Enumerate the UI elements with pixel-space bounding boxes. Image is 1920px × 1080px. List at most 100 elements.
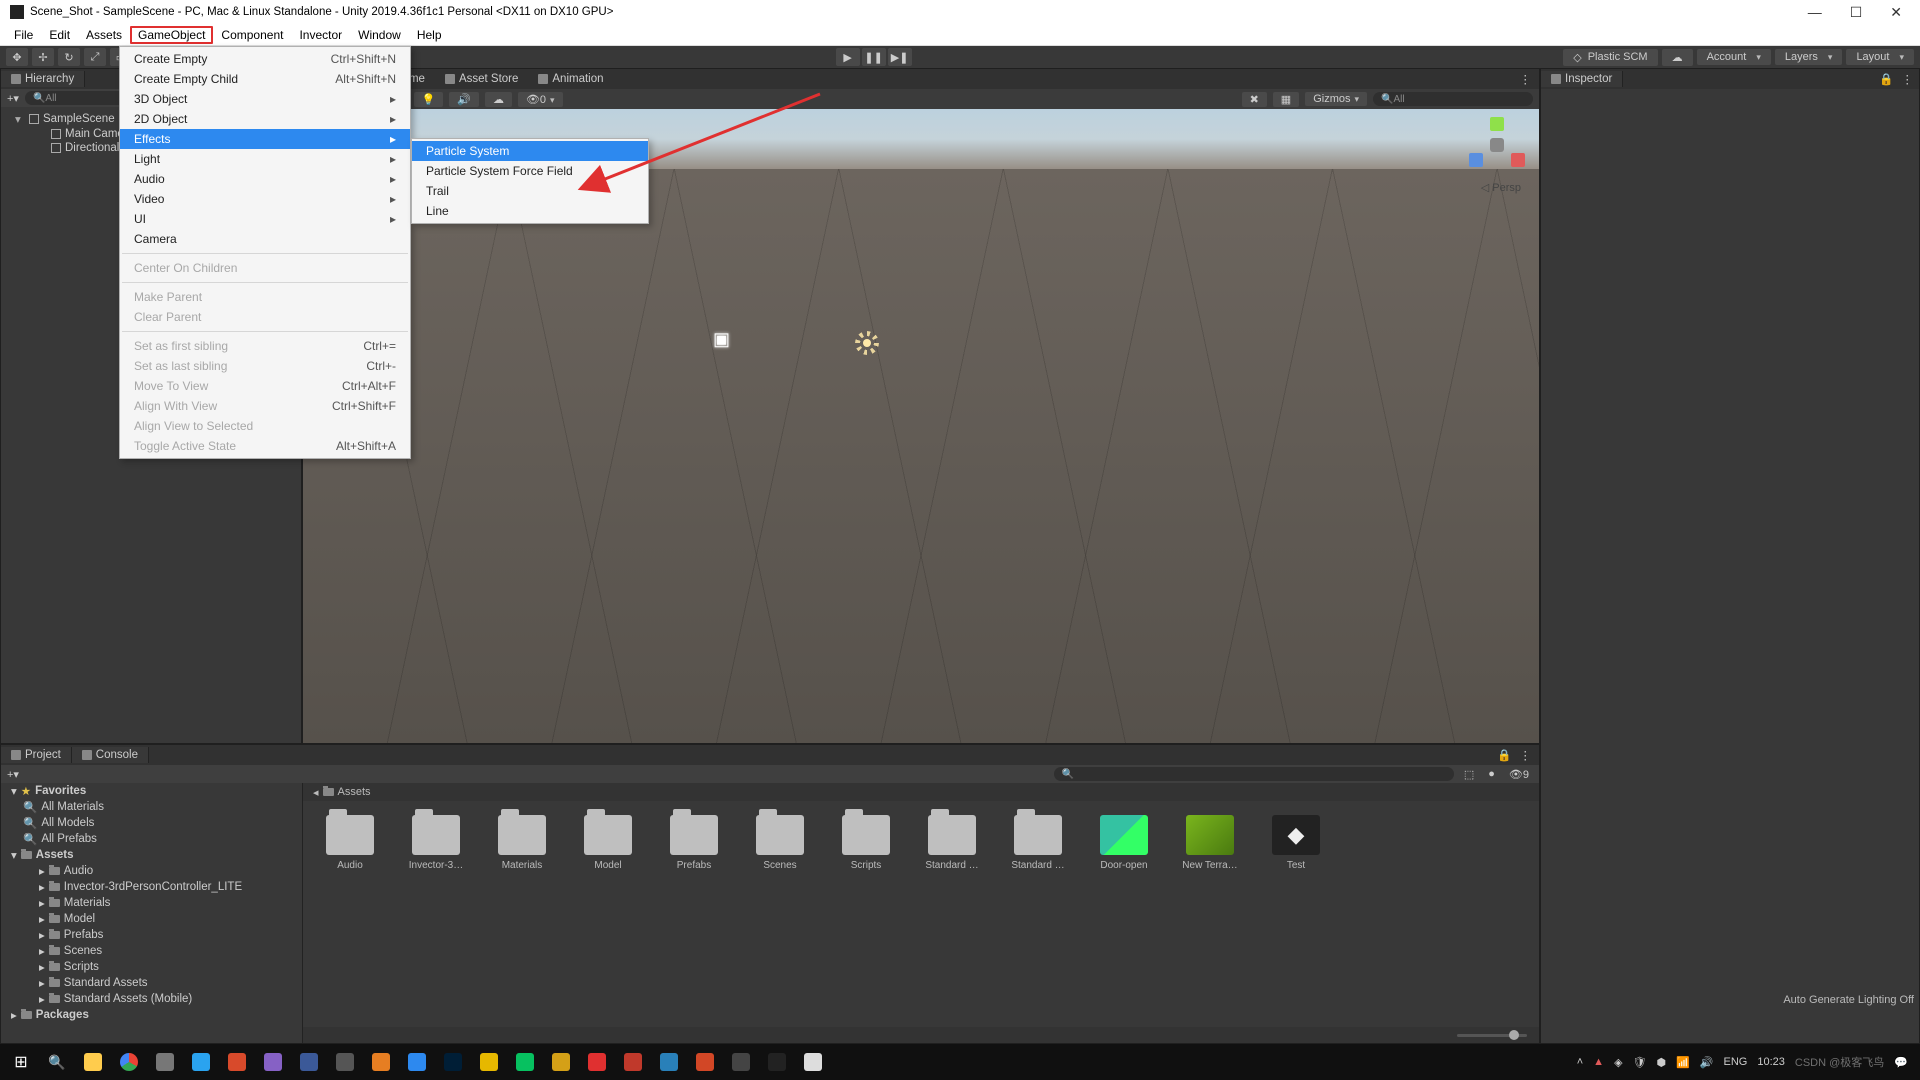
folder-item[interactable]: ▸ Scenes [1,943,302,959]
asset-item[interactable]: New Terra… [1177,815,1243,871]
app-icon-12[interactable] [652,1048,686,1076]
lighting-toggle-icon[interactable]: 💡 [414,92,444,107]
create-dropdown-icon[interactable]: +▾ [7,92,19,105]
vs-icon[interactable] [256,1048,290,1076]
unity-taskbar-icon[interactable] [760,1048,794,1076]
tray-icon-4[interactable]: ⬢ [1657,1056,1667,1069]
kebab-icon[interactable]: ⋮ [1512,72,1540,86]
folder-item[interactable]: ▸ Invector-3rdPersonController_LITE [1,879,302,895]
audio-toggle-icon[interactable]: 🔊 [449,92,479,107]
scene-tab-asset-store[interactable]: Asset Store [435,71,528,87]
create-dropdown-icon[interactable]: +▾ [7,768,19,781]
tray-ime[interactable]: ENG [1724,1056,1748,1068]
assets-root[interactable]: ▾ Assets [1,847,302,863]
app-icon-6[interactable] [364,1048,398,1076]
menu-component[interactable]: Component [213,26,291,44]
axis-z-icon[interactable] [1469,153,1483,167]
app-icon-4[interactable] [292,1048,326,1076]
asset-item[interactable]: Scripts [833,815,899,871]
hidden-packages-icon[interactable]: 👁9 [1505,768,1533,781]
menu-file[interactable]: File [6,26,41,44]
favorite-item[interactable]: 🔍 All Materials [1,799,302,815]
hand-tool-icon[interactable]: ✥ [6,48,28,66]
pause-button[interactable]: ❚❚ [862,48,886,66]
menu-item-create-empty-child[interactable]: Create Empty ChildAlt+Shift+N [120,69,410,89]
chrome-icon[interactable] [112,1048,146,1076]
app-icon-7[interactable] [400,1048,434,1076]
app-icon-5[interactable] [328,1048,362,1076]
scene-search[interactable]: 🔍 All [1373,92,1533,106]
play-button[interactable]: ▶ [836,48,860,66]
menu-item-create-empty[interactable]: Create EmptyCtrl+Shift+N [120,49,410,69]
axis-center-icon[interactable] [1490,138,1504,152]
close-icon[interactable]: ✕ [1890,4,1902,21]
app-icon-2[interactable] [184,1048,218,1076]
project-tab-project[interactable]: Project [1,747,72,763]
menu-item-video[interactable]: Video▸ [120,189,410,209]
effects-submenu[interactable]: Particle SystemParticle System Force Fie… [411,138,649,224]
scale-tool-icon[interactable]: ⤢ [84,48,106,66]
ps-icon[interactable] [436,1048,470,1076]
favorites-header[interactable]: ▾★ Favorites [1,783,302,799]
axis-x-icon[interactable] [1511,153,1525,167]
lock-icon[interactable]: 🔒 [1879,72,1893,86]
app-icon-11[interactable] [616,1048,650,1076]
scene-tab-animation[interactable]: Animation [528,71,613,87]
app-icon-13[interactable] [724,1048,758,1076]
asset-item[interactable]: Invector-3… [403,815,469,871]
gameobject-menu[interactable]: Create EmptyCtrl+Shift+NCreate Empty Chi… [119,46,411,459]
asset-item[interactable]: ◆Test [1263,815,1329,871]
folder-item[interactable]: ▸ Standard Assets [1,975,302,991]
wechat-icon[interactable] [508,1048,542,1076]
ppt-icon[interactable] [688,1048,722,1076]
menu-window[interactable]: Window [350,26,409,44]
menu-item-ui[interactable]: UI▸ [120,209,410,229]
account-dropdown[interactable]: Account [1697,49,1771,65]
menu-edit[interactable]: Edit [41,26,78,44]
layers-dropdown[interactable]: Layers [1775,49,1843,65]
asset-item[interactable]: Audio [317,815,383,871]
folder-item[interactable]: ▸ Prefabs [1,927,302,943]
project-tree[interactable]: ▾★ Favorites🔍 All Materials🔍 All Models🔍… [1,783,303,1043]
app-icon-3[interactable] [220,1048,254,1076]
start-icon[interactable]: ⊞ [4,1048,38,1076]
project-tab-console[interactable]: Console [72,747,149,763]
rotate-tool-icon[interactable]: ↻ [58,48,80,66]
thumbnail-size-slider[interactable] [303,1027,1539,1043]
asset-item[interactable]: Door-open [1091,815,1157,871]
menu-invector[interactable]: Invector [291,26,350,44]
asset-item[interactable]: Scenes [747,815,813,871]
menu-item-light[interactable]: Light▸ [120,149,410,169]
favorite-item[interactable]: 🔍 All Prefabs [1,831,302,847]
cloud-icon[interactable]: ☁ [1662,49,1693,66]
tray-volume-icon[interactable]: 🔊 [1700,1056,1714,1069]
menu-item-particle-system[interactable]: Particle System [412,141,648,161]
maximize-icon[interactable]: ☐ [1850,4,1863,21]
plastic-scm-button[interactable]: ◇ Plastic SCM [1563,49,1657,66]
folder-item[interactable]: ▸ Audio [1,863,302,879]
tray-icon-1[interactable]: ▲ [1593,1056,1604,1068]
axis-y-icon[interactable] [1490,117,1504,131]
asset-grid[interactable]: AudioInvector-3…MaterialsModelPrefabsSce… [303,801,1539,1027]
menu-item-audio[interactable]: Audio▸ [120,169,410,189]
menu-help[interactable]: Help [409,26,450,44]
tray-time[interactable]: 10:23 [1757,1056,1785,1068]
orientation-gizmo[interactable] [1469,117,1525,173]
menu-item-effects[interactable]: Effects▸ [120,129,410,149]
app-icon-10[interactable] [580,1048,614,1076]
hidden-toggle-icon[interactable]: 👁0 [518,92,563,107]
hierarchy-tab[interactable]: Hierarchy [1,71,85,87]
tray-wifi-icon[interactable]: 📶 [1676,1056,1690,1069]
system-tray[interactable]: ˄ ▲ ◈ 🛡 ⬢ 📶 🔊 ENG 10:23 CSDN @极客飞鸟 💬 [1577,1054,1916,1070]
tool-settings-icon[interactable]: ✖ [1242,92,1267,107]
menu-item-2d-object[interactable]: 2D Object▸ [120,109,410,129]
grid-icon[interactable]: ▦ [1273,92,1299,107]
menu-item-line[interactable]: Line [412,201,648,221]
explorer-icon[interactable] [76,1048,110,1076]
minimize-icon[interactable]: — [1808,4,1822,21]
app-icon-9[interactable] [544,1048,578,1076]
menu-item-3d-object[interactable]: 3D Object▸ [120,89,410,109]
folder-item[interactable]: ▸ Scripts [1,959,302,975]
move-tool-icon[interactable]: ✢ [32,48,54,66]
lock-icon[interactable]: 🔒 [1497,748,1511,762]
